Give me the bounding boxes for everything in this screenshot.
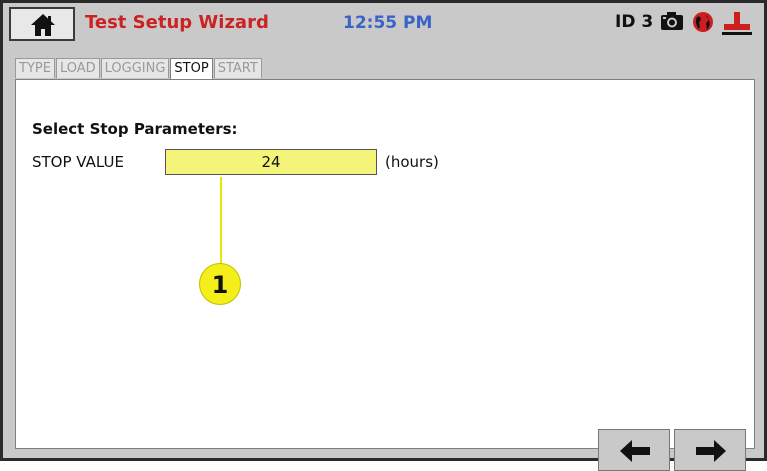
section-heading: Select Stop Parameters:	[32, 120, 238, 138]
plug-icon	[722, 12, 752, 35]
home-button[interactable]	[9, 7, 75, 41]
tab-logging[interactable]: LOGGING	[100, 58, 170, 78]
back-button[interactable]	[598, 429, 670, 471]
camera-icon	[661, 12, 683, 30]
stop-value-unit: (hours)	[385, 153, 439, 171]
arrow-left-icon	[620, 440, 650, 462]
app-frame: Test Setup Wizard 12:55 PM ID 3 TYPE LOA…	[0, 0, 767, 471]
tab-load[interactable]: LOAD	[55, 58, 100, 78]
tab-type[interactable]: TYPE	[15, 58, 55, 78]
tab-stop[interactable]: STOP	[170, 58, 213, 80]
title-bar: Test Setup Wizard 12:55 PM ID 3	[3, 3, 764, 45]
tab-bar: TYPE LOAD LOGGING STOP START	[15, 58, 263, 80]
arrow-right-icon	[696, 440, 726, 462]
device-id: ID 3	[615, 12, 654, 32]
wizard-body: TYPE LOAD LOGGING STOP START Select Stop…	[3, 45, 764, 471]
next-button[interactable]	[674, 429, 746, 471]
clock: 12:55 PM	[343, 13, 433, 33]
callout-marker: 1	[199, 263, 241, 305]
stop-value-label: STOP VALUE	[32, 153, 124, 171]
stop-value-input[interactable]: 24	[165, 149, 377, 175]
home-icon	[31, 14, 55, 36]
tab-start[interactable]: START	[213, 58, 262, 78]
globe-icon	[693, 12, 713, 32]
wizard-title: Test Setup Wizard	[85, 12, 269, 33]
stop-panel: Select Stop Parameters: STOP VALUE 24 (h…	[15, 79, 755, 471]
